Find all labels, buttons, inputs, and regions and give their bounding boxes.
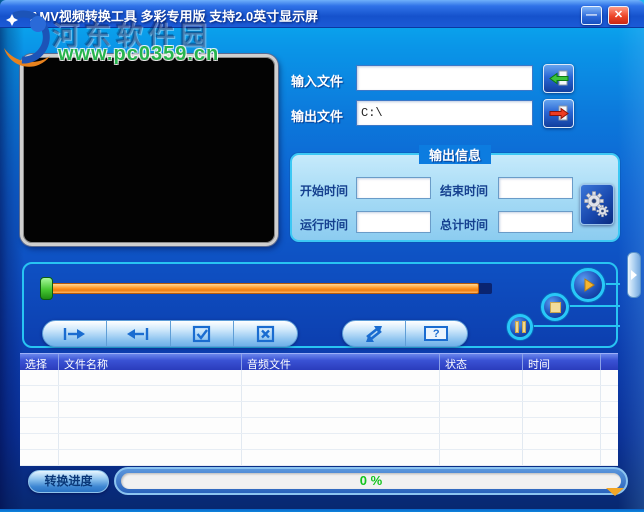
- output-file-field[interactable]: [356, 100, 533, 126]
- column-status[interactable]: 状态: [440, 354, 523, 370]
- pause-connector-line: [531, 325, 620, 327]
- total-time-label: 总计时间: [440, 216, 488, 233]
- player-panel: ?: [22, 262, 618, 348]
- side-drawer-handle[interactable]: [627, 252, 641, 298]
- run-time-label: 运行时间: [300, 216, 348, 233]
- start-time-label: 开始时间: [300, 182, 348, 199]
- select-all-button[interactable]: [170, 321, 234, 346]
- stop-connector-line: [567, 305, 620, 307]
- convert-button[interactable]: [343, 321, 405, 346]
- end-time-field[interactable]: [498, 177, 573, 199]
- table-row: [20, 418, 618, 434]
- expand-handle-icon[interactable]: [606, 488, 624, 496]
- output-info-panel: 输出信息 开始时间 结束时间 运行时间 总计时间: [290, 153, 620, 242]
- bar-arrow-left-icon: [125, 326, 151, 342]
- input-file-label: 输入文件: [291, 71, 343, 90]
- title-bar[interactable]: AMV视频转换工具 多彩专用版 支持2.0英寸显示屏 — ✕: [0, 0, 644, 28]
- minimize-icon: —: [586, 9, 597, 21]
- set-start-point-button[interactable]: [43, 321, 106, 346]
- video-preview: [20, 54, 278, 246]
- app-window: AMV视频转换工具 多彩专用版 支持2.0英寸显示屏 — ✕ 河东软件园 www…: [0, 0, 644, 512]
- table-row: [20, 402, 618, 418]
- column-time[interactable]: 时间: [523, 354, 601, 370]
- progress-bar: 0 %: [114, 467, 628, 495]
- run-time-field[interactable]: [356, 211, 431, 233]
- checkbox-checked-icon: [192, 325, 212, 343]
- bar-arrow-right-icon: [61, 326, 87, 342]
- pause-button[interactable]: [507, 314, 533, 340]
- window-title: AMV视频转换工具 多彩专用版 支持2.0英寸显示屏: [30, 6, 318, 25]
- start-time-field[interactable]: [356, 177, 431, 199]
- file-table-header: 选择 文件名称 音频文件 状态 时间: [20, 353, 618, 370]
- seek-track-fill: [42, 283, 479, 294]
- table-row: [20, 386, 618, 402]
- settings-button[interactable]: [580, 184, 614, 225]
- stop-button[interactable]: [541, 293, 569, 321]
- column-select[interactable]: 选择: [20, 354, 59, 370]
- play-button[interactable]: [571, 268, 605, 302]
- output-info-title: 输出信息: [419, 145, 491, 164]
- checkbox-cross-icon: [256, 325, 276, 343]
- column-audio-file[interactable]: 音频文件: [242, 354, 440, 370]
- close-icon: ✕: [614, 9, 623, 21]
- minimize-button[interactable]: —: [581, 6, 602, 25]
- help-icon: ?: [424, 326, 448, 341]
- conversion-progress-button[interactable]: 转换进度: [28, 470, 109, 493]
- total-time-field[interactable]: [498, 211, 573, 233]
- drawer-arrow-icon: [631, 270, 637, 280]
- input-file-field[interactable]: [356, 65, 533, 91]
- table-row: [20, 434, 618, 450]
- seek-track[interactable]: [42, 283, 492, 294]
- help-button[interactable]: ?: [405, 321, 468, 346]
- import-file-icon: [548, 69, 570, 88]
- convert-arrows-icon: [362, 324, 386, 344]
- seek-slider-thumb[interactable]: [40, 277, 53, 300]
- pause-icon: [515, 321, 526, 333]
- browse-input-button[interactable]: [543, 64, 574, 93]
- stop-icon: [550, 302, 561, 313]
- play-icon: [579, 276, 597, 294]
- browse-output-button[interactable]: [543, 99, 574, 128]
- export-file-icon: [548, 104, 570, 123]
- table-row: [20, 370, 618, 386]
- column-file-name[interactable]: 文件名称: [59, 354, 242, 370]
- set-end-point-button[interactable]: [106, 321, 170, 346]
- file-table-body: [20, 370, 618, 466]
- end-time-label: 结束时间: [440, 182, 488, 199]
- trim-toolbar: [42, 320, 298, 347]
- column-filler: [601, 354, 618, 370]
- gear-icon: [583, 190, 611, 220]
- deselect-all-button[interactable]: [233, 321, 297, 346]
- output-file-label: 输出文件: [291, 106, 343, 125]
- close-button[interactable]: ✕: [608, 6, 629, 25]
- table-row: [20, 450, 618, 466]
- progress-value: 0 %: [121, 473, 621, 489]
- action-toolbar: ?: [342, 320, 468, 347]
